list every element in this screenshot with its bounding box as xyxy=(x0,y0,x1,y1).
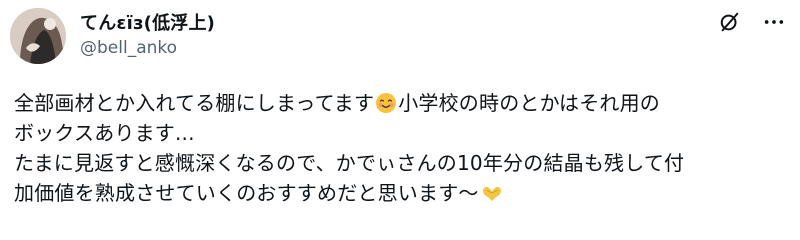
post-line-3: たまに見返すと感慨深くなるので、かでぃさんの10年分の結晶も残して付 xyxy=(14,151,685,175)
grok-icon[interactable] xyxy=(718,10,742,34)
top-actions xyxy=(718,10,786,34)
name-row: てんεïз(低浮上) xyxy=(80,8,215,36)
post-card: てんεïз(低浮上) @bell_anko 全部画材とか入れてる棚にしまってます xyxy=(0,0,800,240)
display-name[interactable]: てんεïз(低浮上) xyxy=(80,9,215,35)
post-text: 全部画材とか入れてる棚にしまってます 小学校の時のとかはそれ用の ボックスありま… xyxy=(14,88,784,208)
post-line-1: 全部画材とか入れてる棚にしまってます 小学校の時のとかはそれ用の xyxy=(14,88,784,118)
smiling-face-with-hearts-emoji xyxy=(375,92,397,114)
post-line-1-part-b: 小学校の時のとかはそれ用の xyxy=(398,91,661,115)
avatar[interactable] xyxy=(10,8,66,64)
post-line-2: ボックスあります... xyxy=(14,121,195,145)
post-line-4-text: 加価値を熟成させていくのおすすめだと思います〜 xyxy=(14,181,479,205)
heart-hands-emoji xyxy=(480,182,502,204)
post-line-1-part-a: 全部画材とか入れてる棚にしまってます xyxy=(14,91,375,115)
post-line-4: 加価値を熟成させていくのおすすめだと思います〜 xyxy=(14,178,784,208)
handle[interactable]: @bell_anko xyxy=(80,38,177,58)
avatar-image xyxy=(10,8,66,64)
more-horizontal-icon[interactable] xyxy=(762,10,786,34)
